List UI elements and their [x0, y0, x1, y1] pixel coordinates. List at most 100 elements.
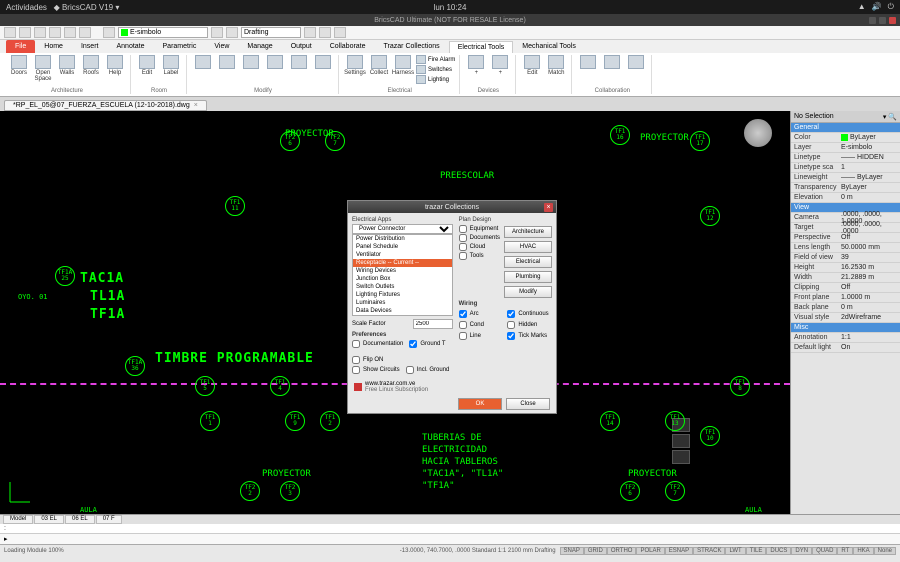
btn-hvac[interactable]: HVAC [504, 241, 552, 253]
layer-state-icon[interactable] [103, 27, 115, 38]
btn-electrical[interactable]: Electrical [504, 256, 552, 268]
property-value[interactable]: 16.2530 m [839, 264, 900, 271]
qat-icon[interactable] [334, 27, 346, 38]
tab-file[interactable]: File [6, 40, 35, 53]
cb-incl-ground[interactable] [406, 366, 414, 374]
status-toggle[interactable]: QUAD [812, 547, 837, 555]
qat-icon[interactable] [304, 27, 316, 38]
property-value[interactable]: 0 m [839, 194, 900, 201]
ribbon-button[interactable]: Settings [344, 55, 366, 85]
property-row[interactable]: Field of view39 [791, 253, 900, 263]
qat-print-icon[interactable] [49, 27, 61, 38]
list-item[interactable]: Junction Box [353, 275, 452, 283]
property-value[interactable]: 1.0000 m [839, 294, 900, 301]
property-value[interactable]: 0 m [839, 304, 900, 311]
list-item[interactable]: Panel Schedule [353, 243, 452, 251]
power-icon[interactable]: ⏻ [888, 2, 894, 12]
scale-input[interactable] [413, 319, 453, 329]
status-toggle[interactable]: LWT [725, 547, 745, 555]
property-row[interactable]: Elevation0 m [791, 193, 900, 203]
ok-button[interactable]: OK [458, 398, 502, 410]
property-row[interactable]: Visual style2dWireframe [791, 313, 900, 323]
property-row[interactable]: TransparencyByLayer [791, 183, 900, 193]
view-cube[interactable] [744, 119, 778, 153]
list-item[interactable]: Data Devices [353, 307, 452, 315]
network-icon[interactable]: ▲ [858, 2, 866, 12]
ribbon-button[interactable] [312, 55, 334, 85]
cb-tools[interactable] [459, 252, 467, 260]
volume-icon[interactable]: 🔊 [872, 2, 882, 12]
property-row[interactable]: Front plane1.0000 m [791, 293, 900, 303]
list-item[interactable]: Luminaires [353, 299, 452, 307]
status-toggle[interactable]: POLAR [636, 547, 664, 555]
clock[interactable]: lun 10:24 [434, 3, 467, 12]
layout-tab-model[interactable]: Model [3, 515, 33, 524]
property-row[interactable]: Default lightOn [791, 343, 900, 353]
close-button[interactable]: Close [506, 398, 550, 410]
ribbon-button[interactable]: Open Space [32, 55, 54, 85]
property-value[interactable]: —— HIDDEN [839, 154, 900, 161]
tab-insert[interactable]: Insert [72, 40, 108, 53]
qat-redo-icon[interactable] [79, 27, 91, 38]
property-value[interactable]: ByLayer [839, 184, 900, 191]
layout-tab[interactable]: 03 EL [34, 515, 64, 524]
ribbon-button[interactable]: Help [104, 55, 126, 85]
ribbon-button[interactable]: Label [160, 55, 182, 85]
ribbon-button[interactable] [625, 55, 647, 85]
property-row[interactable]: Lens length50.0000 mm [791, 243, 900, 253]
ribbon-button[interactable]: Walls [56, 55, 78, 85]
property-value[interactable]: Off [839, 234, 900, 241]
layout-tab[interactable]: 06 EL [65, 515, 95, 524]
ribbon-button[interactable]: + [465, 55, 487, 85]
tab-manage[interactable]: Manage [238, 40, 281, 53]
property-row[interactable]: Linetype—— HIDDEN [791, 153, 900, 163]
property-row[interactable]: PerspectiveOff [791, 233, 900, 243]
ribbon-button[interactable] [288, 55, 310, 85]
status-toggle[interactable]: DUCS [766, 547, 791, 555]
nav-button[interactable] [672, 450, 690, 464]
dialog-title-bar[interactable]: trazar Collections × [348, 201, 556, 213]
btn-modify[interactable]: Modify [504, 286, 552, 298]
status-toggle[interactable]: STRACK [693, 547, 725, 555]
property-row[interactable]: Linetype sca1 [791, 163, 900, 173]
status-toggle[interactable]: HKA [853, 547, 873, 555]
tab-trazar[interactable]: Trazar Collections [375, 40, 449, 53]
ribbon-button[interactable] [577, 55, 599, 85]
props-section-general[interactable]: General [791, 123, 900, 133]
property-row[interactable]: Target.0000, .0000, .0000 [791, 223, 900, 233]
tab-parametric[interactable]: Parametric [154, 40, 206, 53]
ribbon-button[interactable]: Edit [136, 55, 158, 85]
qat-new-icon[interactable] [4, 27, 16, 38]
ribbon-button[interactable]: Match [545, 55, 567, 85]
ribbon-button[interactable] [601, 55, 623, 85]
cb-flip[interactable] [352, 356, 360, 364]
qat-icon[interactable] [211, 27, 223, 38]
ribbon-small-button[interactable]: Lighting [416, 75, 455, 84]
list-item[interactable]: Power Distribution [353, 235, 452, 243]
apps-listbox[interactable]: Power DistributionPanel ScheduleVentilat… [352, 234, 453, 316]
property-value[interactable]: 50.0000 mm [839, 244, 900, 251]
property-row[interactable]: ClippingOff [791, 283, 900, 293]
property-value[interactable]: Off [839, 284, 900, 291]
property-value[interactable]: E-simbolo [839, 144, 900, 151]
cb-documents[interactable] [459, 234, 467, 242]
tab-output[interactable]: Output [282, 40, 321, 53]
status-toggle[interactable]: ESNAP [665, 547, 693, 555]
qat-icon[interactable] [319, 27, 331, 38]
property-row[interactable]: Height16.2530 m [791, 263, 900, 273]
property-row[interactable]: Width21.2889 m [791, 273, 900, 283]
btn-plumbing[interactable]: Plumbing [504, 271, 552, 283]
ribbon-button[interactable]: + [489, 55, 511, 85]
layer-dropdown[interactable]: E-simbolo [118, 27, 208, 38]
nav-button[interactable] [672, 434, 690, 448]
list-item[interactable]: Wiring Devices [353, 267, 452, 275]
cb-cond[interactable] [459, 321, 467, 329]
dialog-close-icon[interactable]: × [544, 203, 553, 212]
cb-cloud[interactable] [459, 243, 467, 251]
maximize-button[interactable] [879, 17, 886, 24]
tab-view[interactable]: View [205, 40, 238, 53]
cb-show-circuits[interactable] [352, 366, 360, 374]
ribbon-button[interactable]: Harness [392, 55, 414, 85]
ribbon-button[interactable]: Edit [521, 55, 543, 85]
list-item[interactable]: Switch Outlets [353, 283, 452, 291]
